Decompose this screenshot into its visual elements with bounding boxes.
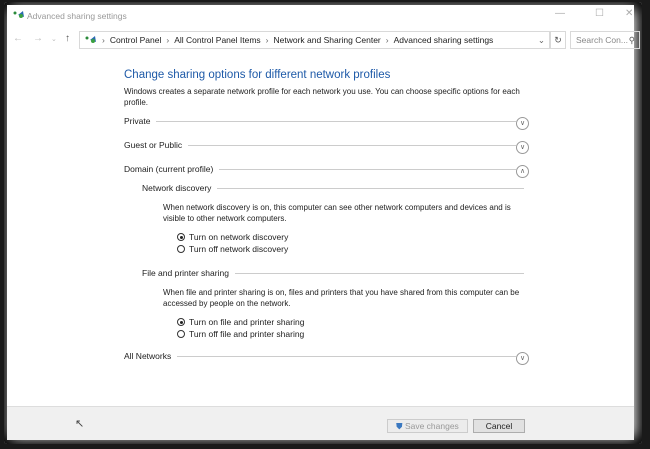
cancel-button[interactable]: Cancel <box>473 419 525 433</box>
file-sharing-header: File and printer sharing <box>142 268 524 278</box>
network-discovery-text: When network discovery is on, this compu… <box>163 203 511 223</box>
chevron-down-icon[interactable]: ∨ <box>516 352 529 365</box>
close-button[interactable]: ✕ <box>625 8 633 19</box>
search-input[interactable]: Search Con... ⚲ <box>570 31 640 49</box>
radio-label: Turn on network discovery <box>189 232 289 242</box>
section-label: File and printer sharing <box>142 268 229 278</box>
network-discovery-header: Network discovery <box>142 183 524 193</box>
chevron-down-icon[interactable]: ∨ <box>516 141 529 154</box>
profile-domain[interactable]: Domain (current profile) <box>124 164 516 174</box>
title-bar: Advanced sharing settings — ☐ ✕ <box>7 5 634 27</box>
refresh-button[interactable]: ↻ <box>550 31 566 49</box>
profile-label: Guest or Public <box>124 140 183 150</box>
chevron-down-icon[interactable]: ∨ <box>516 117 529 130</box>
minimize-button[interactable]: — <box>555 8 565 19</box>
radio-file-sharing-off[interactable]: Turn off file and printer sharing <box>177 329 304 339</box>
radio-label: Turn off file and printer sharing <box>189 329 305 339</box>
radio-network-discovery-off[interactable]: Turn off network discovery <box>177 244 288 254</box>
search-placeholder: Search Con... <box>576 35 628 45</box>
page-description: Windows creates a separate network profi… <box>124 87 520 107</box>
maximize-button[interactable]: ☐ <box>595 8 604 19</box>
profile-label: Private <box>124 116 151 126</box>
profile-all-networks[interactable]: All Networks <box>124 351 516 361</box>
forward-button[interactable]: → <box>33 33 43 44</box>
radio-label: Turn on file and printer sharing <box>189 317 305 327</box>
footer: ↖ ⛊ Save changes Cancel <box>7 406 634 440</box>
chevron-up-icon[interactable]: ∧ <box>516 165 529 178</box>
recent-dropdown[interactable]: ⌄ <box>51 35 57 43</box>
navigation-bar: ← → ⌄ ↑ › Control Panel › All Control Pan… <box>7 29 640 51</box>
page-title: Change sharing options for different net… <box>124 69 391 81</box>
profile-guest[interactable]: Guest or Public <box>124 140 516 150</box>
file-sharing-text: When file and printer sharing is on, fil… <box>163 288 520 308</box>
mouse-cursor-icon: ↖ <box>75 418 85 430</box>
radio-file-sharing-on[interactable]: Turn on file and printer sharing <box>177 317 304 327</box>
network-icon <box>85 36 96 43</box>
network-icon <box>13 11 24 18</box>
profile-private[interactable]: Private <box>124 116 516 126</box>
search-icon: ⚲ <box>628 35 635 45</box>
window: Advanced sharing settings — ☐ ✕ ← → ⌄ ↑ … <box>4 2 642 444</box>
up-button[interactable]: ↑ <box>65 33 70 44</box>
breadcrumb-control-panel[interactable]: Control Panel <box>110 35 162 45</box>
breadcrumb-all-items[interactable]: All Control Panel Items <box>174 35 260 45</box>
back-button[interactable]: ← <box>13 33 23 44</box>
section-label: Network discovery <box>142 183 212 193</box>
shield-icon: ⛊ <box>396 421 403 431</box>
radio-network-discovery-on[interactable]: Turn on network discovery <box>177 232 288 242</box>
profile-label: Domain (current profile) <box>124 164 214 174</box>
profile-label: All Networks <box>124 351 172 361</box>
window-title: Advanced sharing settings <box>27 11 127 21</box>
save-changes-button[interactable]: ⛊ Save changes <box>387 419 468 433</box>
chevron-down-icon[interactable]: ⌄ <box>538 35 545 46</box>
save-label: Save changes <box>404 421 459 431</box>
breadcrumb-network-center[interactable]: Network and Sharing Center <box>274 35 381 45</box>
radio-label: Turn off network discovery <box>189 244 289 254</box>
breadcrumb-advanced-sharing[interactable]: Advanced sharing settings <box>394 35 494 45</box>
address-bar[interactable]: › Control Panel › All Control Panel Items… <box>79 31 550 49</box>
